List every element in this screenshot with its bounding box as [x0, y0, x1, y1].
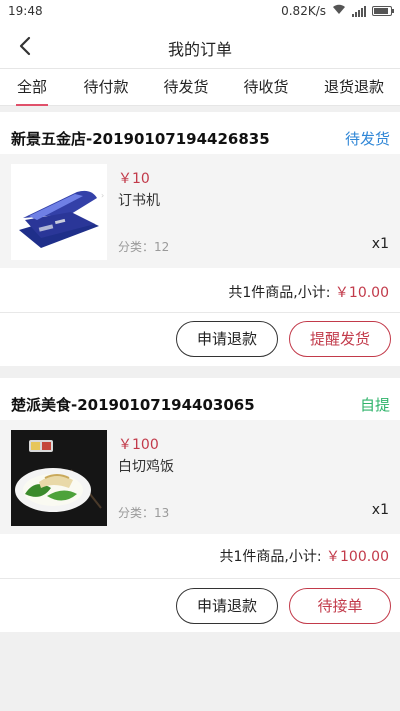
remind-shipment-button[interactable]: 提醒发货 [289, 321, 391, 357]
tab-pending-receipt[interactable]: 待收货 [242, 69, 290, 106]
shop-order-number: 楚派美食-20190107194403065 [11, 396, 255, 414]
order-status: 自提 [359, 396, 390, 414]
order-status: 待发货 [344, 130, 390, 148]
summary-amount: ￥100.00 [326, 549, 389, 565]
tab-returns-refunds[interactable]: 退货退款 [322, 69, 386, 106]
chicken-rice-image [11, 430, 107, 526]
status-time: 19:48 [8, 4, 43, 18]
wifi-icon [332, 4, 346, 18]
status-right: 0.82K/s [281, 4, 394, 18]
summary-label: 共1件商品,小计: [228, 285, 335, 301]
summary-label: 共1件商品,小计: [219, 549, 326, 565]
svg-text:›: › [101, 191, 104, 200]
order-item[interactable]: › ￥10 订书机 分类：12 x1 [0, 154, 400, 268]
summary-amount: ￥10.00 [334, 285, 389, 301]
item-category: 分类：12 [118, 240, 170, 254]
order-card[interactable]: 楚派美食-20190107194403065 自提 ￥100 白切鸡饭 分类：1… [0, 378, 400, 632]
item-name: 白切鸡饭 [118, 459, 174, 475]
request-refund-button[interactable]: 申请退款 [176, 321, 278, 357]
shop-order-number: 新景五金店-20190107194426835 [11, 130, 270, 148]
tab-pending-payment[interactable]: 待付款 [82, 69, 130, 106]
header: 我的订单 [0, 24, 400, 68]
item-name: 订书机 [118, 193, 160, 209]
tab-all[interactable]: 全部 [14, 69, 50, 106]
item-category: 分类：13 [118, 506, 170, 520]
item-quantity: x1 [371, 236, 389, 252]
order-summary: 共1件商品,小计: ￥10.00 [228, 282, 389, 302]
tab-pending-shipment[interactable]: 待发货 [162, 69, 210, 106]
awaiting-acceptance-button[interactable]: 待接单 [289, 588, 391, 624]
order-card[interactable]: 新景五金店-20190107194426835 待发货 › ￥10 订书机 分类… [0, 112, 400, 366]
request-refund-button[interactable]: 申请退款 [176, 588, 278, 624]
order-item[interactable]: ￥100 白切鸡饭 分类：13 x1 [0, 420, 400, 534]
signal-icon [352, 5, 366, 17]
order-summary: 共1件商品,小计: ￥100.00 [219, 546, 389, 566]
status-bar: 19:48 0.82K/s [0, 0, 400, 24]
item-quantity: x1 [371, 502, 389, 518]
stapler-image: › [11, 164, 107, 260]
net-speed: 0.82K/s [281, 4, 326, 18]
page-title: 我的订单 [167, 40, 232, 59]
battery-icon [372, 6, 394, 16]
order-tabs: 全部 待付款 待发货 待收货 退货退款 [0, 68, 400, 106]
divider [0, 312, 400, 313]
item-price: ￥100 [118, 437, 159, 453]
divider [0, 578, 400, 579]
item-price: ￥10 [118, 171, 150, 187]
